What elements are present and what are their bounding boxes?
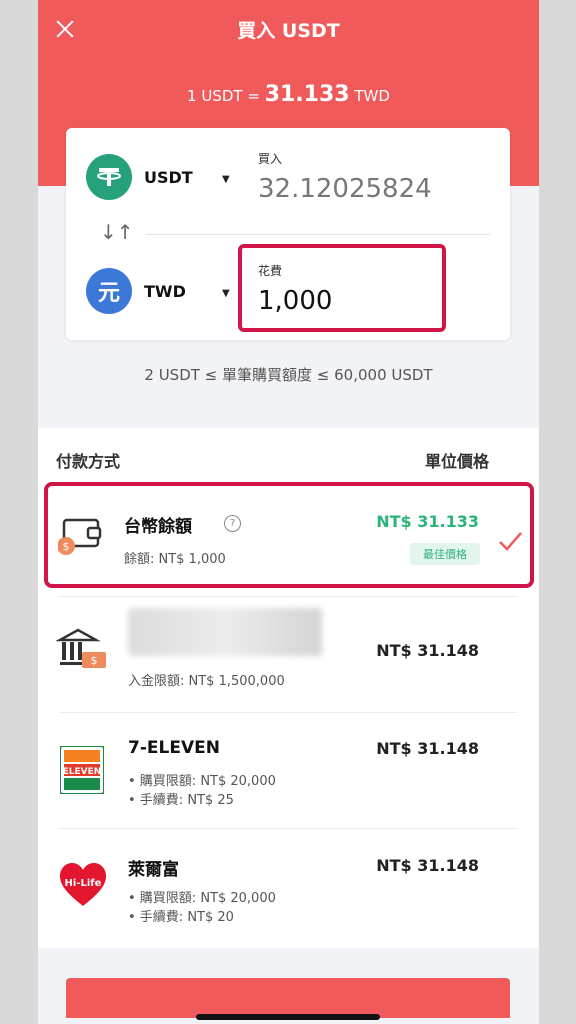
bank-name-blurred	[128, 608, 322, 656]
buy-amount-field[interactable]: 32.12025824	[258, 174, 432, 204]
method-name: 萊爾富	[128, 860, 179, 880]
purchase-limit: • 購買限額: NT$ 20,000	[128, 774, 276, 789]
checkmark-icon	[499, 532, 522, 551]
method-name: 台幣餘額	[124, 517, 192, 537]
buy-amount-label: 買入	[258, 152, 283, 166]
svg-text:ELEVEN: ELEVEN	[63, 767, 102, 777]
rate-prefix: 1 USDT =	[187, 87, 260, 105]
exchange-rate: 1 USDT = 31.133 TWD	[38, 82, 539, 107]
bank-icon: $	[56, 628, 106, 668]
payment-method-7-eleven[interactable]	[38, 713, 539, 828]
fee: • 手續費: NT$ 20	[128, 910, 234, 925]
hilife-logo: Hi-Life	[60, 863, 106, 906]
spend-amount-field[interactable]: 1,000	[258, 286, 332, 316]
unit-price-header: 單位價格	[424, 452, 489, 471]
twd-coin-icon: 元	[86, 268, 132, 314]
method-price: NT$ 31.148	[376, 641, 479, 660]
confirm-button[interactable]	[66, 978, 510, 1018]
best-price-badge: 最佳價格	[410, 543, 480, 565]
help-icon[interactable]: ?	[224, 515, 241, 532]
swap-arrows-icon[interactable]: ↓↑	[100, 220, 134, 244]
payment-method-header: 付款方式	[56, 452, 121, 471]
deposit-limit: 入金限額: NT$ 1,500,000	[128, 674, 285, 689]
converter-card: USDT ▼ 買入 32.12025824 ↓↑ 元 TWD ▼ 花費 1,00…	[66, 128, 510, 340]
purchase-limits: 2 USDT ≤ 單筆購買額度 ≤ 60,000 USDT	[144, 366, 433, 384]
rate-value: 31.133	[264, 82, 350, 107]
method-price: NT$ 31.148	[376, 856, 479, 875]
divider	[60, 596, 518, 597]
method-price: NT$ 31.133	[376, 512, 479, 531]
page-title: 買入 USDT	[237, 20, 340, 42]
payment-method-balance[interactable]	[44, 482, 534, 588]
chevron-down-icon[interactable]: ▼	[222, 288, 230, 299]
svg-text:$: $	[91, 654, 98, 667]
svg-text:$: $	[63, 540, 70, 553]
method-name: 7-ELEVEN	[128, 738, 220, 758]
home-indicator[interactable]	[196, 1014, 380, 1020]
method-price: NT$ 31.148	[376, 739, 479, 758]
phone-screen: 買入 USDT 1 USDT = 31.133 TWD USDT ▼ 買入 32…	[38, 0, 539, 1024]
rate-suffix: TWD	[354, 87, 390, 105]
svg-text:Hi-Life: Hi-Life	[65, 878, 102, 889]
chevron-down-icon[interactable]: ▼	[222, 174, 230, 185]
usdt-coin-icon	[86, 154, 132, 200]
to-currency-select[interactable]: TWD	[144, 282, 186, 301]
divider	[146, 234, 490, 235]
payment-method-hilife[interactable]	[38, 829, 539, 944]
fee: • 手續費: NT$ 25	[128, 793, 234, 808]
method-balance: 餘額: NT$ 1,000	[124, 552, 226, 567]
spend-amount-label: 花費	[258, 264, 283, 278]
wallet-icon: $	[58, 518, 102, 555]
from-currency-select[interactable]: USDT	[144, 168, 193, 187]
purchase-limit: • 購買限額: NT$ 20,000	[128, 891, 276, 906]
seven-eleven-logo: ELEVEN	[60, 746, 104, 794]
